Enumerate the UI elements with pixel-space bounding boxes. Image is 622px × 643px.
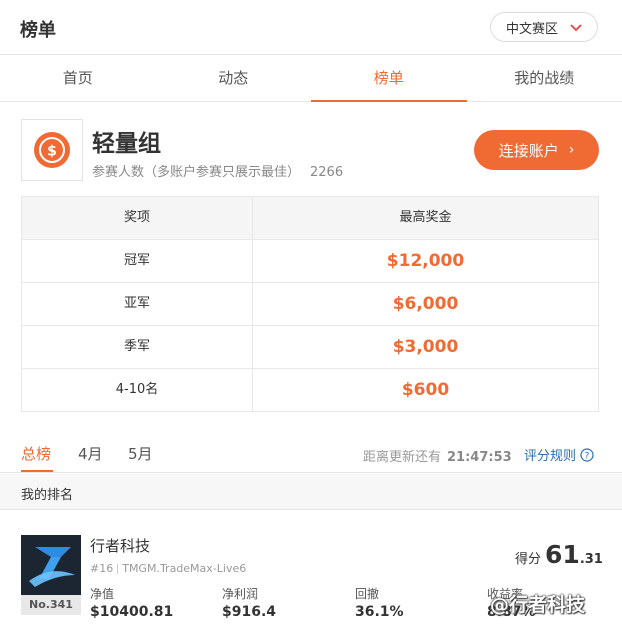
table-row: 季军 $3,000 — [22, 326, 598, 369]
participant-rank: #16 — [90, 562, 114, 575]
update-label: 距离更新还有 — [363, 450, 442, 465]
prize-place: 季军 — [22, 326, 253, 368]
score-display: 得分 61.31 — [515, 540, 603, 569]
page-title: 榜单 — [20, 20, 56, 41]
stat-label: 净值 — [90, 587, 115, 601]
prize-place: 冠军 — [22, 240, 253, 282]
svg-text:$: $ — [47, 144, 57, 160]
stat-drawdown: 回撤 36.1% — [355, 585, 404, 620]
subtab-may[interactable]: 5月 — [128, 443, 153, 464]
table-row: 冠军 $12,000 — [22, 240, 598, 283]
subtab-active-indicator — [21, 470, 53, 472]
ranking-subtabs: 总榜 4月 5月 距离更新还有 21:47:53 评分规则 ? — [0, 433, 622, 473]
rank-badge: No.341 — [21, 595, 81, 615]
brand-logo-icon — [21, 535, 81, 595]
meta-divider — [117, 564, 119, 574]
dollar-coin-icon: $ — [34, 132, 70, 168]
tab-home[interactable]: 首页 — [0, 56, 156, 101]
tab-leaderboard[interactable]: 榜单 — [311, 56, 467, 102]
stat-value: $10400.81 — [90, 604, 174, 620]
stat-label: 净利润 — [222, 587, 259, 601]
page-header: 榜单 中文赛区 — [0, 0, 622, 55]
group-name: 轻量组 — [92, 131, 161, 157]
participant-name: 行者科技 — [90, 537, 151, 555]
update-countdown: 距离更新还有 21:47:53 — [363, 446, 512, 465]
update-time: 21:47:53 — [447, 450, 512, 465]
avatar — [21, 535, 81, 595]
participant-meta: #16 TMGM.TradeMax-Live6 — [90, 562, 246, 575]
my-rank-label: 我的排名 — [21, 488, 74, 503]
subtab-overall[interactable]: 总榜 — [21, 443, 51, 464]
prize-table: 奖项 最高奖金 冠军 $12,000 亚军 $6,000 季军 $3,000 4… — [21, 196, 599, 412]
score-decimal: .31 — [579, 552, 603, 567]
my-rank-bar: 我的排名 — [0, 474, 622, 510]
svg-text:?: ? — [585, 451, 590, 461]
connect-account-label: 连接账户 — [498, 141, 559, 160]
participants-count: 2266 — [310, 165, 344, 180]
score-value: 61 — [545, 540, 580, 569]
prize-amount: $12,000 — [386, 251, 465, 271]
prize-table-header: 奖项 最高奖金 — [22, 197, 598, 240]
region-select[interactable]: 中文赛区 — [490, 12, 598, 42]
connect-account-button[interactable]: 连接账户 › — [474, 130, 599, 170]
stat-value: $916.4 — [222, 604, 277, 620]
chevron-down-icon — [570, 24, 582, 32]
participants-label: 参赛人数（多账户参赛只展示最佳） — [92, 165, 301, 180]
main-tabs: 首页 动态 榜单 我的战绩 — [0, 56, 622, 102]
prize-place: 4-10名 — [22, 369, 253, 411]
prize-place: 亚军 — [22, 283, 253, 325]
stat-equity: 净值 $10400.81 — [90, 585, 173, 620]
table-row: 4-10名 $600 — [22, 369, 598, 411]
group-logo: $ — [21, 119, 83, 181]
prize-amount: $3,000 — [392, 337, 459, 357]
tab-feed[interactable]: 动态 — [156, 56, 312, 101]
region-select-label: 中文赛区 — [506, 21, 559, 37]
scoring-rules-link[interactable]: 评分规则 ? — [524, 445, 594, 464]
watermark: @行者科技 — [490, 594, 586, 616]
participant-server: TMGM.TradeMax-Live6 — [122, 562, 247, 575]
prize-amount: $600 — [401, 380, 450, 400]
scoring-rules-label: 评分规则 — [524, 449, 577, 464]
score-label: 得分 — [515, 552, 542, 567]
stat-net-profit: 净利润 $916.4 — [222, 585, 276, 620]
subtab-april[interactable]: 4月 — [78, 443, 103, 464]
participants-info: 参赛人数（多账户参赛只展示最佳） 2266 — [92, 161, 343, 180]
tab-my-record[interactable]: 我的战绩 — [467, 56, 622, 101]
table-row: 亚军 $6,000 — [22, 283, 598, 326]
prize-header-amount: 最高奖金 — [399, 210, 452, 225]
question-circle-icon: ? — [580, 447, 594, 462]
prize-amount: $6,000 — [392, 294, 459, 314]
chevron-right-icon: › — [568, 142, 575, 158]
stat-value: 36.1% — [355, 604, 404, 620]
prize-header-place: 奖项 — [22, 197, 253, 239]
stat-label: 回撤 — [355, 587, 380, 601]
